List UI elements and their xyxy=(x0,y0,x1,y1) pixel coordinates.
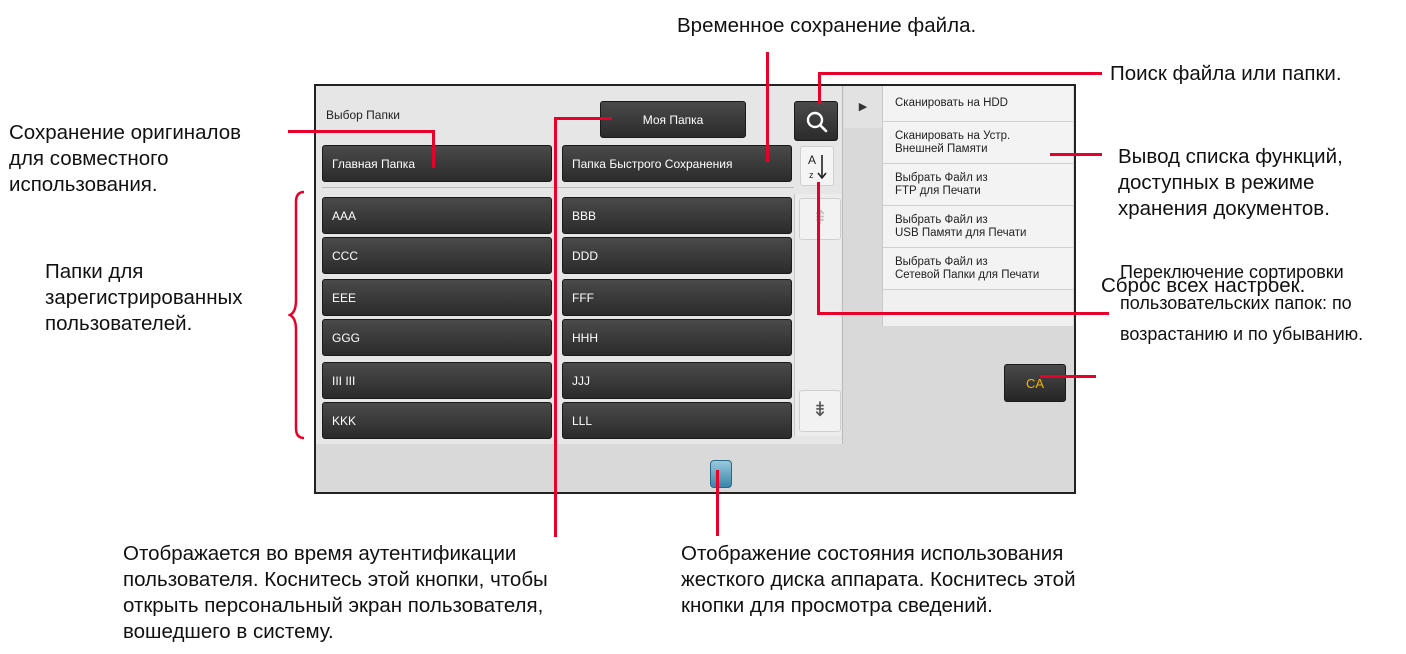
scroll-up-button[interactable]: ⇞ xyxy=(799,198,841,240)
ca-reset-button[interactable]: CA xyxy=(1004,364,1066,402)
callout-functions: Вывод списка функций, доступных в режиме… xyxy=(1118,145,1343,220)
device-screen: Выбор Папки Моя Папка Главная Папка Папк… xyxy=(314,84,1076,494)
callout-shared: Сохранение оригиналов для совместного ис… xyxy=(9,121,242,196)
main-folder-button[interactable]: Главная Папка xyxy=(322,145,552,182)
svg-text:A: A xyxy=(808,153,816,167)
sort-button[interactable]: A z xyxy=(800,146,834,186)
leader-sort-v xyxy=(817,182,820,314)
leader-functions xyxy=(1050,153,1102,156)
folder-button-lll[interactable]: LLL xyxy=(562,402,792,439)
leader-reset xyxy=(1040,375,1096,378)
play-arrow-icon: ▶ xyxy=(858,101,868,113)
callout-sort: Переключение сортировки пользовательских… xyxy=(1120,262,1364,344)
callout-my-folder: Отображается во время аутентификации пол… xyxy=(123,542,548,643)
quick-save-folder-button[interactable]: Папка Быстрого Сохранения xyxy=(562,145,792,182)
folder-button-eee[interactable]: EEE xyxy=(322,279,552,316)
callout-users: Папки для зарегистрированных пользовател… xyxy=(45,260,243,335)
folder-button-aaa[interactable]: AAA xyxy=(322,197,552,234)
callout-temp-save: Временное сохранение файла. xyxy=(677,14,977,37)
my-folder-button[interactable]: Моя Папка xyxy=(600,101,746,138)
sidebar-toggle-button[interactable]: ▶ xyxy=(844,86,882,128)
hdd-status-icon[interactable] xyxy=(710,460,732,488)
function-list: Сканировать на HDD Сканировать на Устр. … xyxy=(882,86,1073,326)
function-item-network-print[interactable]: Выбрать Файл из Сетевой Папки для Печати xyxy=(883,248,1073,290)
leader-shared-v xyxy=(432,130,435,168)
folder-button-ccc[interactable]: CCC xyxy=(322,237,552,274)
folder-panel: Выбор Папки Моя Папка Главная Папка Папк… xyxy=(316,86,843,444)
leader-temp-save xyxy=(766,52,769,162)
folder-button-fff[interactable]: FFF xyxy=(562,279,792,316)
function-sidebar: ▶ Сканировать на HDD Сканировать на Устр… xyxy=(844,86,1076,492)
panel-title: Выбор Папки xyxy=(326,108,400,122)
folder-button-kkk[interactable]: KKK xyxy=(322,402,552,439)
callout-reset: Сброс всех настроек. xyxy=(1101,274,1306,297)
scroll-down-button[interactable]: ⇟ xyxy=(799,390,841,432)
brace-icon xyxy=(288,190,305,440)
sort-az-icon: A z xyxy=(808,153,827,180)
leader-myfolder-v xyxy=(554,117,557,537)
callout-hdd: Отображение состояния использования жест… xyxy=(681,542,1076,617)
folder-button-ggg[interactable]: GGG xyxy=(322,319,552,356)
folder-button-bbb[interactable]: BBB xyxy=(562,197,792,234)
function-item-usb-print[interactable]: Выбрать Файл из USB Памяти для Печати xyxy=(883,206,1073,248)
folder-button-ddd[interactable]: DDD xyxy=(562,237,792,274)
function-item-scan-hdd[interactable]: Сканировать на HDD xyxy=(883,86,1073,122)
callout-search: Поиск файла или папки. xyxy=(1110,62,1342,85)
function-item-scan-external[interactable]: Сканировать на Устр. Внешней Памяти xyxy=(883,122,1073,164)
leader-sort-h xyxy=(817,312,1109,315)
folder-button-iii[interactable]: III III xyxy=(322,362,552,399)
function-item-ftp-print[interactable]: Выбрать Файл из FTP для Печати xyxy=(883,164,1073,206)
leader-hdd xyxy=(716,470,719,536)
svg-text:z: z xyxy=(809,170,814,180)
chevron-down-icon: ⇟ xyxy=(811,399,829,421)
search-button[interactable] xyxy=(794,101,838,141)
leader-search-v xyxy=(818,72,821,104)
leader-search-h xyxy=(820,72,1102,75)
divider xyxy=(322,187,794,188)
leader-shared-h xyxy=(288,130,434,133)
leader-myfolder-h xyxy=(556,117,612,120)
search-icon xyxy=(806,111,828,133)
folder-button-hhh[interactable]: HHH xyxy=(562,319,792,356)
folder-button-jjj[interactable]: JJJ xyxy=(562,362,792,399)
